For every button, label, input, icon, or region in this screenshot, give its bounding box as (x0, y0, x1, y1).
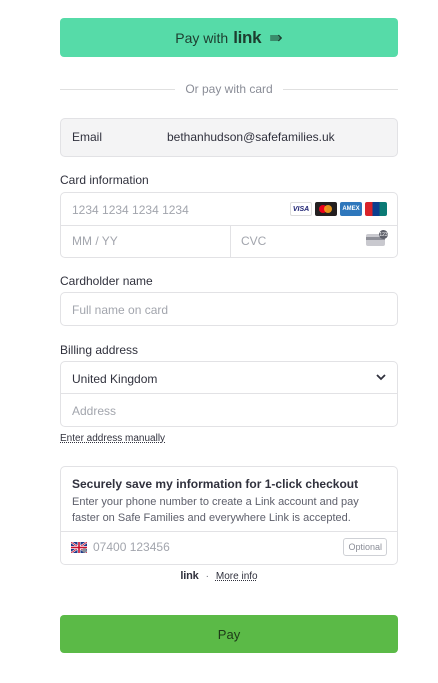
mastercard-icon (315, 202, 337, 216)
save-panel-divider (61, 531, 397, 532)
cardholder-name-placeholder: Full name on card (72, 303, 169, 317)
card-brands: VISA AMEX (290, 202, 387, 216)
phone-number-input[interactable]: 07400 123456 (93, 540, 170, 554)
divider-line-right (282, 88, 398, 90)
card-col-divider (230, 225, 231, 257)
optional-badge: Optional (343, 538, 387, 556)
visa-icon: VISA (290, 202, 312, 216)
email-label: Email (72, 130, 103, 144)
billing-address-label: Billing address (60, 343, 139, 357)
email-value: bethanhudson@safefamilies.uk (167, 130, 335, 144)
cvc-input[interactable]: CVC (241, 234, 266, 248)
pay-with-label: Pay with (175, 29, 229, 46)
cardholder-name-label: Cardholder name (60, 274, 153, 288)
save-info-title: Securely save my information for 1-click… (72, 477, 359, 491)
more-info-link[interactable]: More info (216, 571, 258, 582)
card-number-input[interactable]: 1234 1234 1234 1234 (72, 203, 189, 217)
link-logo: link (233, 27, 262, 47)
pay-button-label: Pay (217, 626, 241, 642)
pay-button[interactable]: Pay (60, 615, 398, 653)
amex-icon: AMEX (340, 202, 362, 216)
save-info-description: Enter your phone number to create a Link… (72, 496, 359, 524)
unionpay-icon (365, 202, 387, 216)
country-select[interactable]: United Kingdom (72, 372, 157, 386)
email-field[interactable]: Email bethanhudson@safefamilies.uk (60, 118, 398, 157)
uk-flag-icon[interactable] (71, 542, 87, 553)
card-information-label: Card information (60, 173, 149, 187)
cardholder-name-input[interactable]: Full name on card (60, 292, 398, 326)
expiry-input[interactable]: MM / YY (72, 234, 118, 248)
card-information-group: 1234 1234 1234 1234 VISA AMEX MM / YY CV… (60, 192, 398, 258)
arrow-right-icon: ⇛ (269, 29, 283, 47)
billing-address-group: United Kingdom Address (60, 361, 398, 427)
address-input[interactable]: Address (72, 404, 116, 418)
pay-with-link-button[interactable]: Pay with link ⇛ (60, 18, 398, 57)
enter-address-manually-link[interactable]: Enter address manually (60, 433, 165, 444)
link-footer: link · More info (0, 570, 438, 582)
chevron-down-icon[interactable] (375, 371, 387, 383)
divider-line-left (60, 88, 176, 90)
or-pay-with-card-text: Or pay with card (185, 82, 273, 96)
address-row-divider (61, 393, 397, 394)
link-logo-small: link (180, 570, 199, 582)
card-row-divider (61, 225, 397, 226)
cvc-card-icon: 123 (366, 230, 388, 246)
footer-separator: · (205, 570, 209, 582)
or-divider: Or pay with card (60, 80, 398, 98)
link-save-panel: Securely save my information for 1-click… (60, 466, 398, 565)
